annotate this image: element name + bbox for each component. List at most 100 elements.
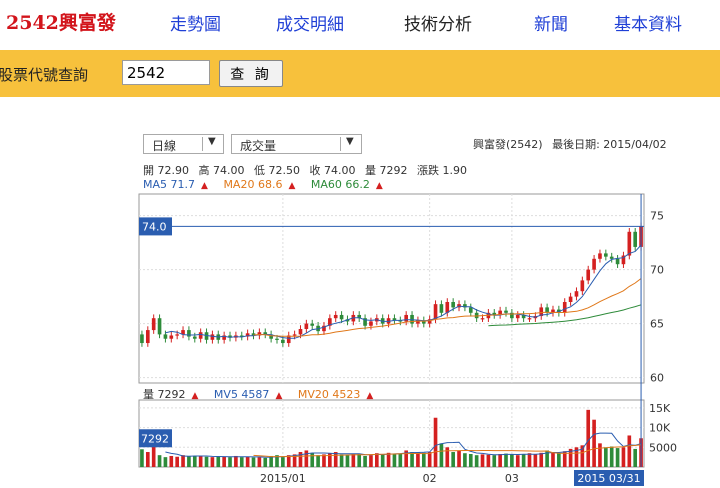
candle-body xyxy=(562,302,567,313)
volume-bar xyxy=(222,456,226,467)
candle-body xyxy=(151,318,156,331)
volume-bar xyxy=(557,453,561,467)
volume-bar xyxy=(175,456,179,467)
volume-bar xyxy=(181,455,185,467)
volume-bar xyxy=(480,454,485,467)
volume-bar xyxy=(357,453,362,467)
volume-bar xyxy=(521,454,526,467)
volume-bar xyxy=(351,453,356,467)
candle-body xyxy=(604,253,608,257)
candle-body xyxy=(527,318,532,320)
candle-body xyxy=(404,314,409,322)
volume-bar xyxy=(527,453,532,467)
volume-bar xyxy=(187,455,191,467)
candle-body xyxy=(480,318,485,320)
volume-bar xyxy=(598,443,602,467)
candle-body xyxy=(281,339,285,344)
candle-body xyxy=(433,304,438,320)
volume-bar xyxy=(451,452,455,467)
volume-bar xyxy=(515,455,520,467)
volume-bar xyxy=(468,453,473,467)
volume-bar xyxy=(427,452,432,467)
candle-body xyxy=(192,336,197,339)
candle-body xyxy=(615,258,620,265)
volume-bar xyxy=(463,453,467,467)
candle-body xyxy=(187,330,191,337)
volume-bar xyxy=(439,443,444,467)
volume-bar xyxy=(609,446,614,467)
volume-bar xyxy=(386,452,391,467)
volume-bar xyxy=(333,452,338,467)
candle-body xyxy=(468,307,473,313)
x-tick-label: 02 xyxy=(423,472,437,485)
volume-bar xyxy=(245,456,250,467)
volume-bar xyxy=(551,452,555,467)
candle-body xyxy=(627,231,632,256)
volume-bar xyxy=(633,448,638,467)
volume-bar xyxy=(421,452,426,467)
x-tick-label: 2015/01 xyxy=(260,472,306,485)
volume-bar xyxy=(615,448,620,467)
volume-bar xyxy=(204,456,209,467)
volume-bar xyxy=(504,453,508,467)
stock-chart[interactable]: 60 65 70 75 5000 10K 15K 2015/01 02 03 74.0 7292 201… xyxy=(0,0,720,488)
candle-body xyxy=(140,334,144,344)
volume-bar xyxy=(369,455,373,467)
candle-body xyxy=(580,280,585,292)
candle-body xyxy=(451,302,455,308)
crosshair-volume-label: 7292 xyxy=(141,432,169,445)
volume-bar xyxy=(169,455,174,467)
volume-bar xyxy=(145,452,150,467)
volume-bar xyxy=(239,457,244,467)
candle-body xyxy=(175,334,179,336)
candle-body xyxy=(369,321,373,326)
x-tick-label: 03 xyxy=(505,472,519,485)
candle-body xyxy=(633,231,638,247)
volume-tick-label: 5000 xyxy=(649,441,677,454)
candle-body xyxy=(298,329,303,335)
candle-body xyxy=(504,310,508,313)
price-panel xyxy=(138,193,645,384)
volume-bar xyxy=(281,457,285,467)
crosshair-price-label: 74.0 xyxy=(142,220,167,233)
volume-bar xyxy=(416,452,420,467)
volume-bar xyxy=(345,455,350,467)
volume-tick-label: 15K xyxy=(649,402,671,415)
volume-bar xyxy=(151,446,156,467)
candle-body xyxy=(145,330,150,344)
volume-bar xyxy=(498,453,502,467)
price-tick-label: 75 xyxy=(650,210,664,223)
volume-bar xyxy=(257,457,262,467)
candle-body xyxy=(157,318,162,335)
price-tick-label: 70 xyxy=(650,264,664,277)
volume-bar xyxy=(163,457,168,467)
volume-bar xyxy=(216,456,221,467)
candle-body xyxy=(574,291,579,297)
candle-body xyxy=(169,335,174,339)
candle-body xyxy=(439,304,444,313)
crosshair-date-label: 2015 03/31 xyxy=(577,472,640,485)
candle-body xyxy=(210,334,215,340)
candle-body xyxy=(333,314,338,319)
volume-bar xyxy=(604,447,608,467)
candle-body xyxy=(586,269,591,281)
volume-bar xyxy=(457,450,461,467)
volume-bar xyxy=(486,454,491,467)
candle-body xyxy=(292,334,297,336)
price-tick-label: 60 xyxy=(650,372,664,385)
volume-bar xyxy=(234,455,238,467)
volume-bar xyxy=(251,457,256,467)
volume-tick-label: 10K xyxy=(649,422,671,435)
volume-bar xyxy=(322,454,326,467)
volume-bar xyxy=(263,457,268,467)
volume-bar xyxy=(410,452,414,467)
volume-bar xyxy=(380,454,385,467)
volume-bar xyxy=(510,454,514,467)
volume-bar xyxy=(228,457,232,467)
volume-bar xyxy=(433,417,438,467)
candle-body xyxy=(310,323,315,326)
candle-body xyxy=(339,314,344,320)
volume-bar xyxy=(539,452,544,467)
candle-body xyxy=(592,258,596,270)
candle-body xyxy=(568,296,573,302)
